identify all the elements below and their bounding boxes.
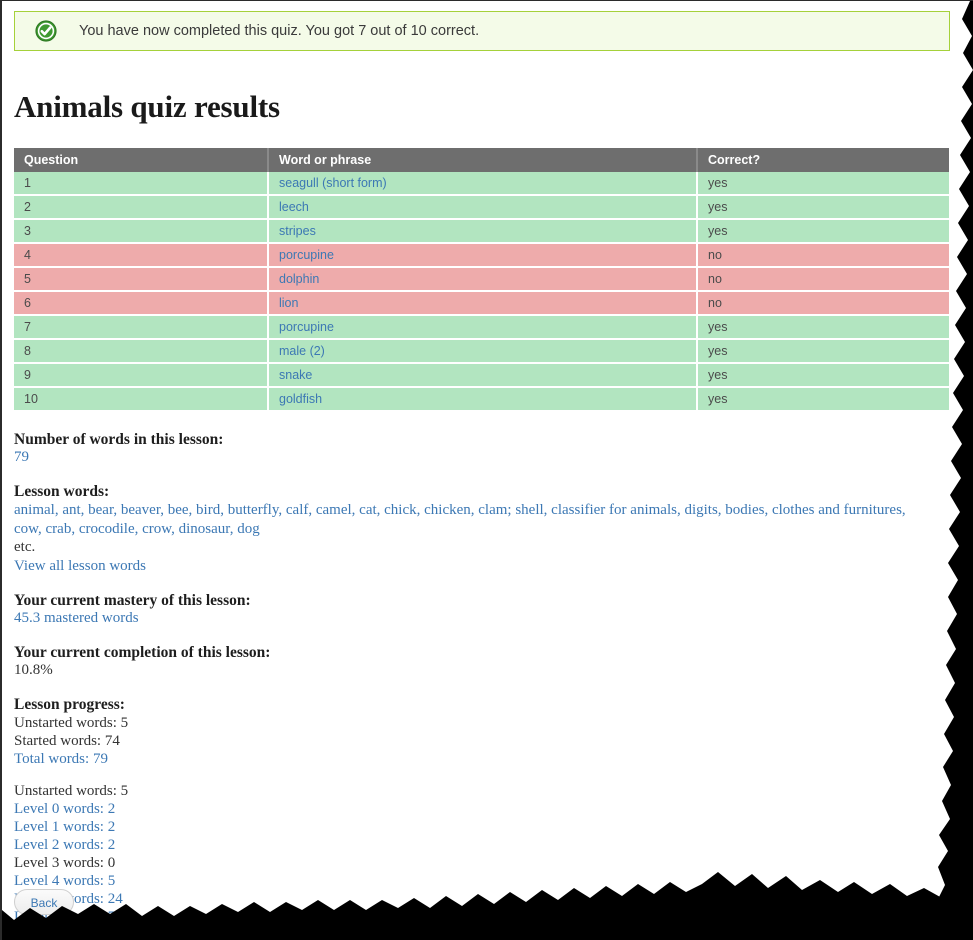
column-header-question: Question (14, 148, 269, 172)
table-row: 10 goldfish yes (14, 387, 949, 412)
table-header-row: Question Word or phrase Correct? (14, 148, 949, 172)
level-item: Level 3 words: 0 (14, 854, 116, 871)
word-count-value[interactable]: 79 (14, 449, 962, 467)
table-row: 1 seagull (short form) yes (14, 172, 949, 196)
cell-correct-flag: yes (697, 363, 949, 388)
level-item[interactable]: Level 2 words: 2 (14, 836, 962, 854)
back-button[interactable]: Back (14, 889, 74, 915)
page-content: You have now completed this quiz. You go… (2, 1, 962, 940)
progress-started-words: Started words: 74 (14, 732, 120, 749)
table-row: 2 leech yes (14, 195, 949, 220)
word-count-section: Number of words in this lesson: 79 (14, 431, 962, 467)
cell-word-link[interactable]: dolphin (268, 267, 698, 292)
level-item[interactable]: Level 6 words: 7 (14, 908, 962, 926)
cell-word-link[interactable]: seagull (short form) (268, 172, 698, 196)
lesson-progress-section: Lesson progress: Unstarted words: 5 Star… (14, 696, 962, 940)
cell-question-number: 1 (14, 172, 269, 196)
level-item[interactable]: Level 5 words: 24 (14, 890, 962, 908)
cell-correct-flag: no (697, 291, 949, 316)
cell-correct-flag: yes (697, 387, 949, 412)
lesson-progress-lines: Unstarted words: 5 Started words: 74 Tot… (14, 714, 962, 768)
completion-section: Your current completion of this lesson: … (14, 644, 962, 680)
cell-correct-flag: yes (697, 339, 949, 364)
level-items-host: Level 0 words: 2 Level 1 words: 2 Level 2 … (14, 800, 962, 940)
progress-total-words[interactable]: Total words: 79 (14, 750, 962, 768)
cell-question-number: 3 (14, 219, 269, 244)
page-title: Animals quiz results (14, 89, 280, 124)
cell-question-number: 6 (14, 291, 269, 316)
cell-correct-flag: yes (697, 195, 949, 220)
table-row: 3 stripes yes (14, 219, 949, 244)
cell-correct-flag: no (697, 243, 949, 268)
cell-word-link[interactable]: porcupine (268, 315, 698, 340)
cell-correct-flag: yes (697, 219, 949, 244)
level-item[interactable]: Level 0 words: 2 (14, 800, 962, 818)
cell-question-number: 5 (14, 267, 269, 292)
mastery-heading: Your current mastery of this lesson: (14, 591, 251, 609)
table-row: 5 dolphin no (14, 267, 949, 292)
progress-unstarted-words: Unstarted words: 5 (14, 714, 129, 731)
check-circle-icon (35, 20, 57, 42)
table-row: 6 lion no (14, 291, 949, 316)
cell-word-link[interactable]: stripes (268, 219, 698, 244)
level-unstarted-words: Unstarted words: 5 (14, 782, 129, 799)
cell-correct-flag: no (697, 267, 949, 292)
alert-message: You have now completed this quiz. You go… (79, 23, 480, 39)
lesson-words-section: Lesson words: animal, ant, bear, beaver,… (14, 483, 962, 576)
quiz-results-table: Question Word or phrase Correct? 1 seagul… (14, 148, 949, 412)
mastery-section: Your current mastery of this lesson: 45.… (14, 592, 962, 628)
level-item[interactable]: Level 7 words: 9 (14, 926, 962, 940)
cell-word-link[interactable]: leech (268, 195, 698, 220)
column-header-correct: Correct? (697, 148, 949, 172)
cell-question-number: 10 (14, 387, 269, 412)
cell-question-number: 4 (14, 243, 269, 268)
lesson-words-etc: etc. (14, 539, 36, 556)
lesson-words-heading: Lesson words: (14, 482, 110, 500)
cell-word-link[interactable]: snake (268, 363, 698, 388)
cell-word-link[interactable]: lion (268, 291, 698, 316)
level-breakdown-list: Unstarted words: 5 Level 0 words: 2 Level… (14, 782, 962, 940)
level-item[interactable]: Level 1 words: 2 (14, 818, 962, 836)
table-row: 9 snake yes (14, 363, 949, 388)
mastery-value[interactable]: 45.3 mastered words (14, 610, 962, 628)
level-item[interactable]: Level 4 words: 5 (14, 872, 962, 890)
table-body: 1 seagull (short form) yes 2 leech yes 3 stripe… (14, 172, 949, 412)
cell-word-link[interactable]: male (2) (268, 339, 698, 364)
cell-question-number: 9 (14, 363, 269, 388)
cell-question-number: 8 (14, 339, 269, 364)
completion-heading: Your current completion of this lesson: (14, 643, 271, 661)
table-row: 7 porcupine yes (14, 315, 949, 340)
cell-question-number: 7 (14, 315, 269, 340)
cell-word-link[interactable]: goldfish (268, 387, 698, 412)
page-root: You have now completed this quiz. You go… (0, 0, 973, 940)
completion-value: 10.8% (14, 661, 53, 678)
cell-question-number: 2 (14, 195, 269, 220)
word-count-heading: Number of words in this lesson: (14, 431, 224, 448)
lesson-words-line-2[interactable]: cow, crab, crocodile, crow, dinosaur, do… (14, 520, 949, 539)
table-row: 8 male (2) yes (14, 339, 949, 364)
column-header-word: Word or phrase (268, 148, 698, 172)
view-all-lesson-words-link[interactable]: View all lesson words (14, 557, 949, 576)
lesson-words-line-1[interactable]: animal, ant, bear, beaver, bee, bird, bu… (14, 501, 949, 520)
cell-word-link[interactable]: porcupine (268, 243, 698, 268)
cell-correct-flag: yes (697, 172, 949, 196)
cell-correct-flag: yes (697, 315, 949, 340)
table-row: 4 porcupine no (14, 243, 949, 268)
lesson-progress-heading: Lesson progress: (14, 695, 125, 713)
lesson-words-list: animal, ant, bear, beaver, bee, bird, bu… (14, 501, 949, 575)
quiz-completion-alert: You have now completed this quiz. You go… (14, 11, 950, 51)
